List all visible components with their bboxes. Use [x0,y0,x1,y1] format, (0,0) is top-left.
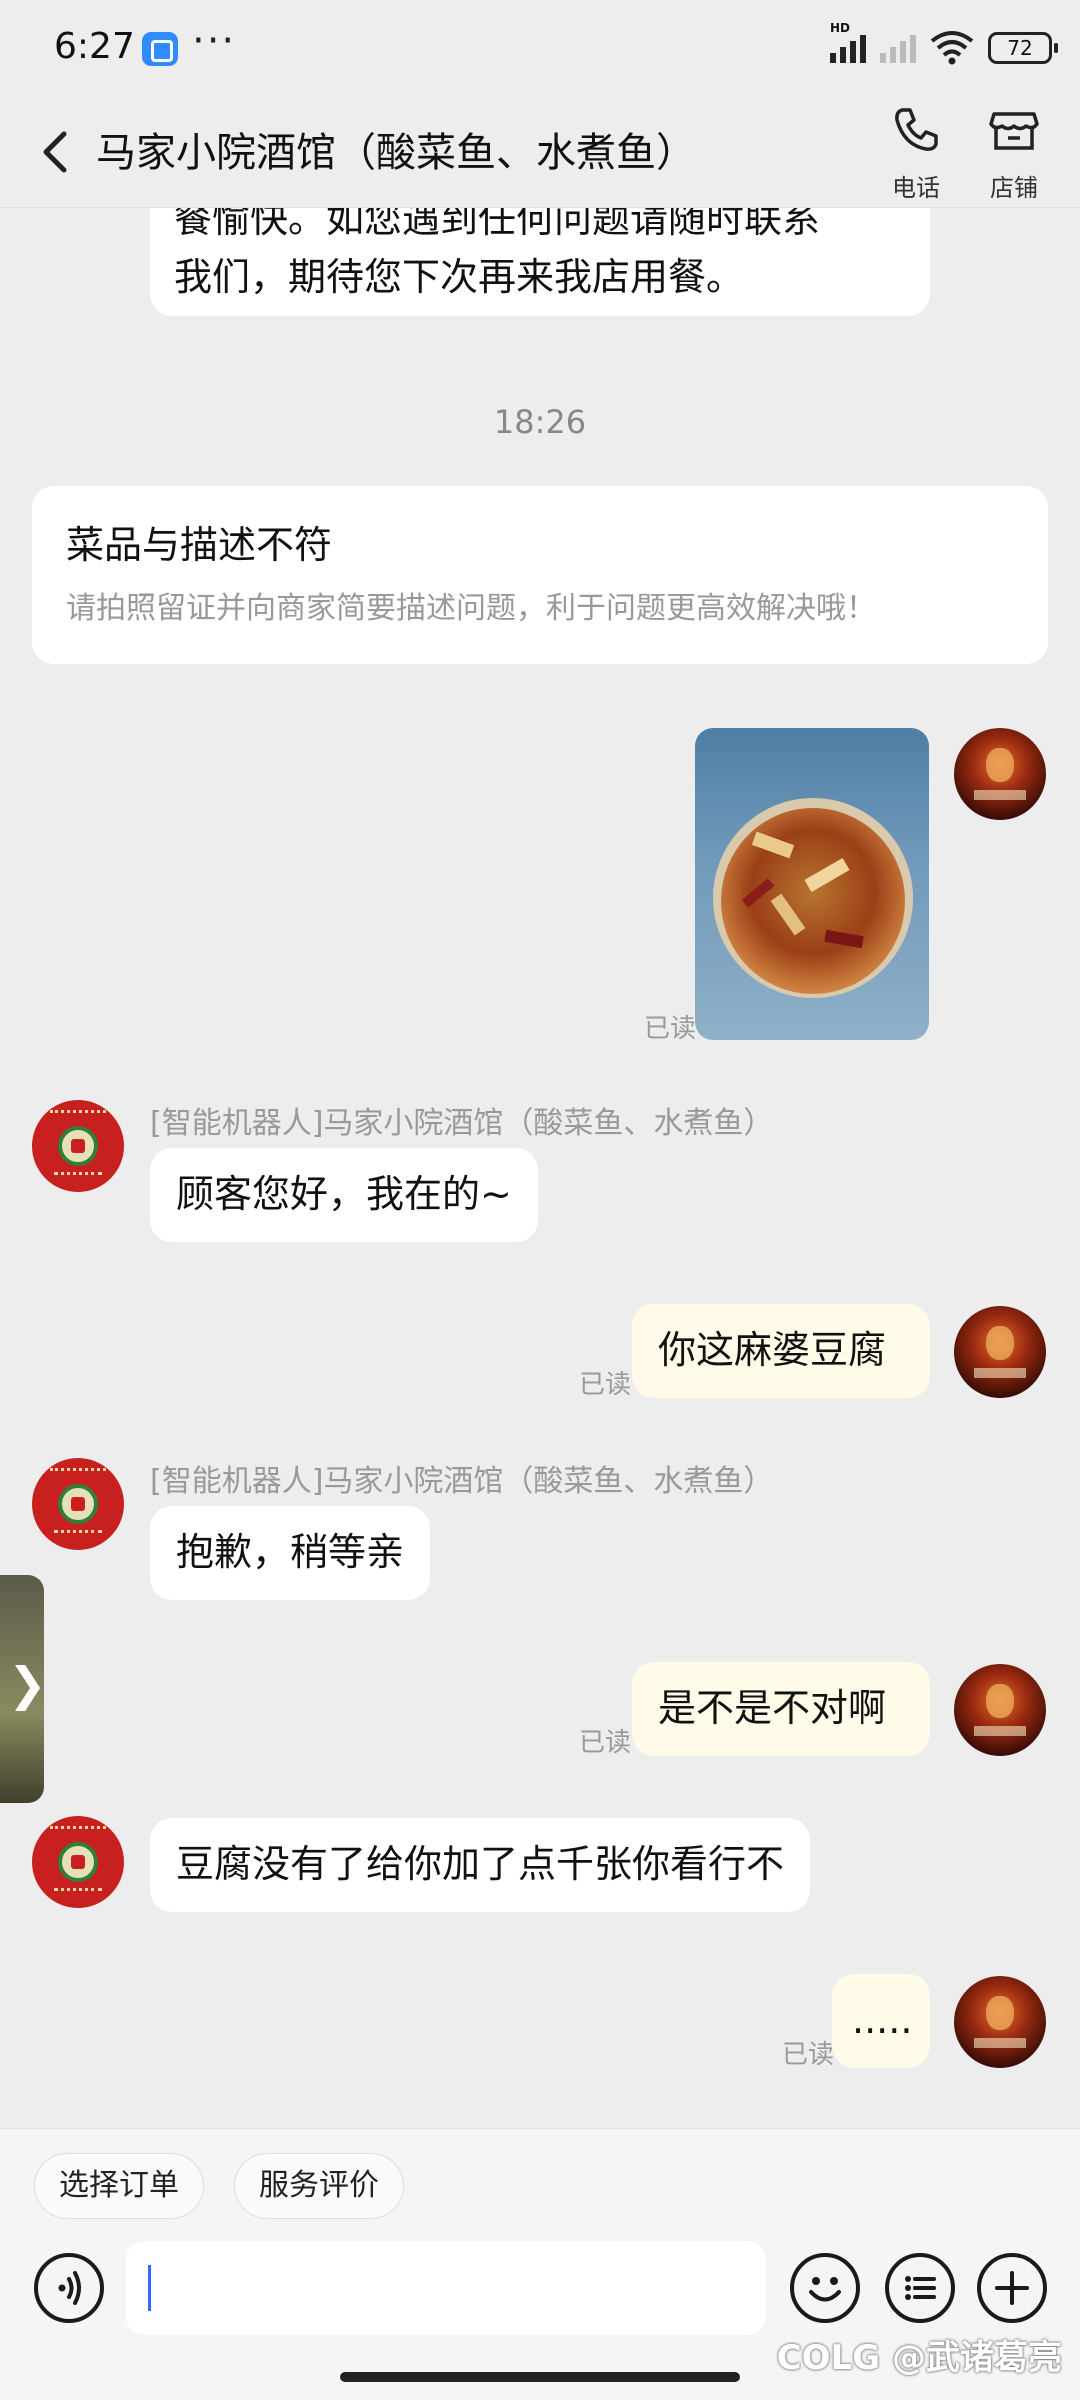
back-arrow-icon[interactable] [30,122,80,182]
shop-label: 店铺 [990,174,1038,202]
signal-weak-icon [880,33,916,63]
message-bubble-shop: 豆腐没有了给你加了点千张你看行不 [150,1818,811,1912]
message-text: 抱歉，稍等亲 [176,1530,405,1574]
chat-title: 马家小院酒馆（酸菜鱼、水煮鱼） [96,130,696,176]
plus-icon [995,2271,1029,2305]
message-text: 餐愉快。如您遇到任何问题请随时联系 [174,208,821,241]
hd-label: HD [830,21,851,35]
message-bubble-me: 是不是不对啊 [632,1662,930,1756]
message-text: ..... [852,1998,913,2042]
complaint-subtitle: 请拍照留证并向商家简要描述问题，利于问题更高效解决哦！ [66,591,876,626]
message-bubble-shop: 顾客您好，我在的~ [150,1148,538,1242]
complaint-card[interactable]: 菜品与描述不符 请拍照留证并向商家简要描述问题，利于问题更高效解决哦！ [32,486,1048,664]
message-bubble-shop: 抱歉，稍等亲 [150,1506,431,1600]
service-review-chip[interactable]: 服务评价 [234,2153,404,2219]
message-text: 你这麻婆豆腐 [658,1328,887,1372]
shop-avatar[interactable] [32,1816,124,1908]
shop-avatar[interactable] [32,1100,124,1192]
signal-strength-icon: HD [830,21,866,63]
shop-avatar[interactable] [32,1458,124,1550]
my-avatar[interactable] [954,1306,1046,1398]
plus-button[interactable] [977,2253,1047,2323]
message-input[interactable] [126,2241,766,2335]
shop-button[interactable]: 店铺 [974,102,1054,203]
voice-button[interactable] [34,2253,104,2323]
message-text: 我们，期待您下次再来我店用餐。 [174,255,745,299]
sender-name: [智能机器人]马家小院酒馆（酸菜鱼、水煮鱼） [150,1464,774,1499]
status-time: 6:27 [54,26,135,67]
quick-menu-button[interactable] [885,2253,955,2323]
more-notifications-icon: ··· [192,18,237,64]
phone-label: 电话 [892,174,940,202]
message-bubble-me: ..... [832,1974,930,2068]
battery-icon: 72 [988,32,1058,64]
side-drawer-handle[interactable]: ❯ [0,1575,47,1803]
notification-app-icon [142,32,178,66]
chat-header: 马家小院酒馆（酸菜鱼、水煮鱼） 电话 店铺 [0,96,1080,208]
complaint-title: 菜品与描述不符 [66,523,333,567]
read-receipt: 已读 [579,1370,632,1400]
read-receipt: 已读 [782,2040,835,2070]
list-icon [905,2276,936,2300]
status-bar: 6:27 ··· HD 72 [0,0,1080,96]
message-text: 是不是不对啊 [658,1686,887,1730]
status-icons: HD 72 [830,21,1058,70]
wifi-icon [930,31,974,65]
home-indicator[interactable] [340,2372,740,2382]
voice-icon [58,2271,81,2305]
my-avatar[interactable] [954,728,1046,820]
phone-icon [895,108,938,151]
text-caret [148,2265,151,2311]
my-avatar[interactable] [954,1976,1046,2068]
read-receipt: 已读 [579,1728,632,1758]
phone-button[interactable]: 电话 [876,102,956,203]
chevron-right-icon: ❯ [8,1657,47,1711]
my-avatar[interactable] [954,1664,1046,1756]
emoji-button[interactable] [790,2253,860,2323]
chat-area[interactable]: 餐愉快。如您遇到任何问题请随时联系 我们，期待您下次再来我店用餐。 18:26 … [0,208,1080,2128]
sender-name: [智能机器人]马家小院酒馆（酸菜鱼、水煮鱼） [150,1106,774,1141]
message-bubble-me: 你这麻婆豆腐 [632,1304,930,1398]
food-photo-message[interactable] [695,728,929,1040]
message-bubble-shop: 餐愉快。如您遇到任何问题请随时联系 我们，期待您下次再来我店用餐。 [150,208,930,316]
emoji-icon [809,2277,841,2302]
select-order-chip[interactable]: 选择订单 [34,2153,204,2219]
message-timestamp: 18:26 [493,403,587,441]
message-text: 豆腐没有了给你加了点千张你看行不 [176,1842,785,1886]
shop-icon [989,112,1039,150]
watermark: COLG @武诸葛亮 [776,2338,1062,2378]
read-receipt: 已读 [644,1014,697,1044]
message-text: 顾客您好，我在的~ [176,1172,512,1216]
